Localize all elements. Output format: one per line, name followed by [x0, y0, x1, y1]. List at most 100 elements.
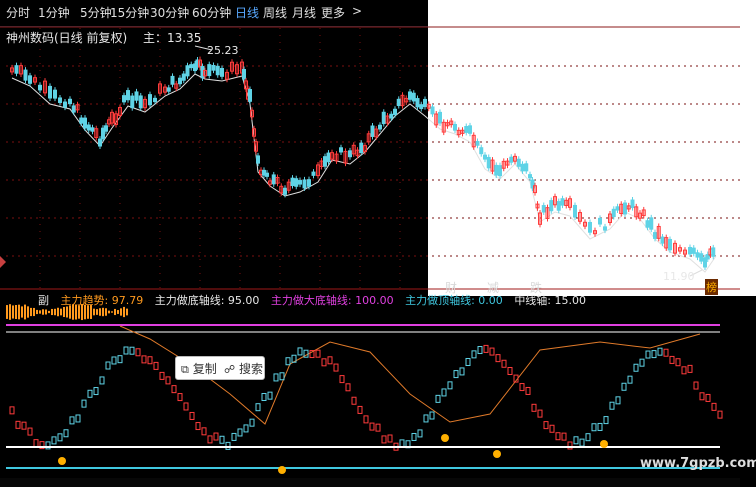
- candle-body-37-1: [573, 204, 577, 218]
- tab-1[interactable]: 1分钟: [38, 4, 70, 21]
- candle-body-0-3: [23, 69, 28, 81]
- osc-box-328: [327, 356, 333, 365]
- trend-bar-57: [57, 307, 59, 317]
- tab-5[interactable]: 60分钟: [192, 4, 231, 21]
- osc-box-484: [483, 344, 489, 353]
- candle-body-2-2: [58, 97, 62, 103]
- period-tab-bar: 分时 1分钟 5分钟 15分钟 30分钟 60分钟 日线 周线 月线 更多 >: [0, 0, 428, 27]
- candle-body-35-1: [541, 205, 546, 213]
- osc-box-652: [651, 350, 657, 359]
- candle-body-23-2: [370, 125, 375, 137]
- trend-bar-66: [66, 306, 68, 318]
- candle-body-29-3: [464, 125, 469, 133]
- osc-box-154: [153, 361, 159, 370]
- chart-canvas[interactable]: [0, 26, 740, 487]
- candle-body-33-1: [516, 158, 521, 167]
- candle-body-26-2: [415, 98, 420, 108]
- tab-9[interactable]: 更多: [321, 4, 345, 21]
- candle-body-8-1: [148, 94, 152, 106]
- candle-body-4-0: [83, 117, 87, 129]
- osc-box-262: [261, 392, 267, 401]
- osc-box-334: [333, 363, 339, 372]
- tab-6[interactable]: 日线: [235, 4, 259, 21]
- candle-body-39-2: [615, 206, 620, 211]
- candle-body-18-0: [283, 187, 287, 195]
- candle-body-42-2: [660, 236, 665, 244]
- osc-box-658: [657, 347, 663, 356]
- candle-body-14-1: [242, 68, 246, 80]
- candle-body-39-1: [611, 208, 616, 218]
- date-axis-strip: [0, 478, 740, 487]
- candle-body-36-1: [556, 201, 561, 211]
- tab-3[interactable]: 15分钟: [110, 4, 149, 21]
- mid-axis-label: 中线轴: 15.00: [514, 294, 587, 307]
- badge-bang[interactable]: 榜: [705, 279, 718, 295]
- candle-body-29-0: [453, 123, 457, 131]
- candle-body-25-1: [396, 98, 401, 107]
- copy-button[interactable]: ⧉ 复制: [181, 360, 217, 377]
- osc-box-676: [675, 358, 681, 367]
- osc-box-418: [417, 429, 423, 438]
- tab-0[interactable]: 分时: [6, 4, 30, 21]
- candle-body-16-3: [265, 172, 269, 177]
- osc-box-124: [123, 346, 129, 355]
- osc-box-136: [135, 348, 141, 357]
- trend-bar-60: [60, 308, 62, 316]
- osc-box-466: [465, 357, 471, 366]
- search-label: 搜索: [238, 362, 263, 376]
- osc-box-688: [687, 364, 693, 373]
- osc-box-454: [453, 370, 459, 379]
- trend-bar-12: [12, 305, 14, 319]
- candle-body-1-2: [38, 84, 42, 91]
- osc-box-184: [183, 402, 189, 411]
- trend-bar-93: [93, 308, 95, 316]
- osc-box-544: [543, 421, 549, 430]
- candle-body-42-0: [653, 232, 657, 239]
- candle-body-3-3: [79, 117, 84, 124]
- osc-box-82: [81, 399, 87, 408]
- candle-body-2-3: [63, 101, 67, 108]
- chevron-right-icon[interactable]: >: [352, 4, 362, 18]
- trend-bar-39: [39, 310, 41, 314]
- trend-bar-117: [117, 310, 119, 314]
- candle-body-13-0: [220, 67, 224, 77]
- price-low-label: 11.90: [663, 270, 695, 283]
- osc-box-88: [87, 389, 93, 398]
- trend-bar-102: [102, 307, 104, 317]
- search-button[interactable]: ☍ 搜索: [224, 360, 263, 377]
- osc-box-448: [447, 381, 453, 390]
- candle-body-44-3: [699, 253, 704, 262]
- trend-bar-24: [24, 304, 26, 320]
- osc-box-358: [357, 405, 363, 414]
- osc-box-610: [609, 401, 615, 410]
- search-icon: ☍: [224, 363, 236, 376]
- osc-box-664: [663, 348, 669, 357]
- tab-2[interactable]: 5分钟: [80, 4, 112, 21]
- trend-bar-63: [63, 306, 65, 318]
- osc-box-202: [201, 427, 207, 436]
- osc-box-190: [189, 411, 195, 420]
- candle-body-38-2: [598, 217, 602, 225]
- tab-8[interactable]: 月线: [292, 4, 316, 21]
- candle-body-20-2: [323, 156, 327, 167]
- trend-bar-99: [99, 308, 101, 316]
- trend-bar-108: [108, 310, 110, 314]
- candle-body-24-0: [378, 124, 382, 130]
- osc-box-532: [531, 403, 537, 412]
- candle-body-17-1: [271, 174, 276, 185]
- candle-body-44-1: [691, 247, 696, 254]
- copy-icon: ⧉: [181, 363, 189, 376]
- osc-box-298: [297, 347, 303, 356]
- candle-body-26-1: [411, 92, 416, 102]
- osc-box-160: [159, 371, 165, 380]
- osc-box-70: [69, 416, 75, 425]
- candle-body-45-3: [711, 247, 716, 257]
- candle-body-8-2: [153, 97, 157, 103]
- candle-body-19-1: [302, 179, 307, 189]
- candle-body-27-0: [423, 98, 427, 108]
- tab-7[interactable]: 周线: [263, 4, 287, 21]
- osc-box-346: [345, 383, 351, 392]
- candle-body-30-0: [468, 125, 472, 134]
- candle-body-44-2: [695, 252, 700, 258]
- tab-4[interactable]: 30分钟: [150, 4, 189, 21]
